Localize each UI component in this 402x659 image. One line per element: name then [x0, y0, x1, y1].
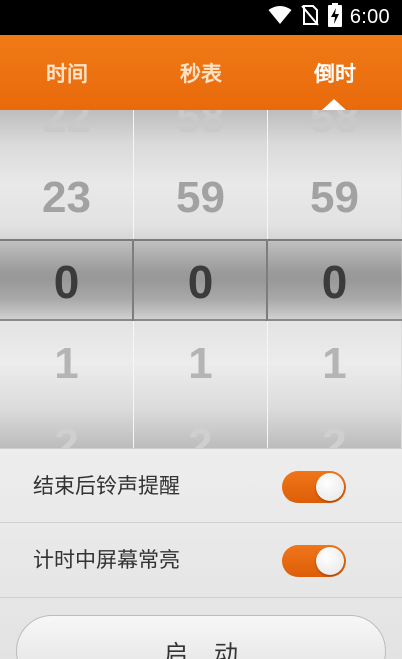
- no-sim-icon: [300, 4, 320, 30]
- battery-charging-icon: [327, 3, 342, 31]
- wheel-value: 22: [42, 110, 91, 142]
- selection-divider: [266, 239, 268, 321]
- wheel-value: 58: [176, 110, 225, 142]
- tab-stopwatch[interactable]: 秒表: [134, 35, 268, 110]
- wheel-value: 2: [188, 420, 213, 448]
- wheel-value: 1: [322, 339, 347, 388]
- keep-screen-on-label: 计时中屏幕常亮: [33, 548, 180, 572]
- seconds-wheel[interactable]: 58 59 0 1 2: [268, 110, 401, 448]
- wheel-value: 58: [310, 110, 359, 142]
- wheel-selected-value: 0: [321, 256, 348, 308]
- minutes-wheel[interactable]: 58 59 0 1 2: [134, 110, 267, 448]
- ringtone-reminder-label: 结束后铃声提醒: [33, 474, 180, 498]
- wheel-value: 59: [176, 173, 225, 222]
- wheel-value: 1: [54, 339, 79, 388]
- keep-screen-on-toggle[interactable]: [282, 545, 346, 577]
- wheel-value: 23: [42, 173, 91, 222]
- wheel-value: 59: [310, 173, 359, 222]
- tab-clock[interactable]: 时间: [0, 35, 134, 110]
- status-bar: 6:00: [0, 0, 402, 35]
- start-button[interactable]: 启动: [16, 615, 386, 659]
- keep-screen-on-row: 计时中屏幕常亮: [0, 523, 402, 598]
- ringtone-reminder-row: 结束后铃声提醒: [0, 448, 402, 523]
- time-picker: 22 23 0 1 2 58 59 0 1 2 58 59 0 1 2: [0, 110, 402, 448]
- wheel-selected-value: 0: [187, 256, 214, 308]
- selection-divider: [132, 239, 134, 321]
- toggle-knob: [316, 473, 344, 501]
- wifi-icon: [268, 5, 292, 29]
- wheel-value: 2: [322, 420, 347, 448]
- wheel-value: 2: [54, 420, 79, 448]
- wheel-selected-value: 0: [53, 256, 80, 308]
- tab-bar: 时间 秒表 倒时: [0, 35, 402, 110]
- ringtone-reminder-toggle[interactable]: [282, 471, 346, 503]
- wheel-value: 1: [188, 339, 213, 388]
- hours-wheel[interactable]: 22 23 0 1 2: [0, 110, 133, 448]
- countdown-screen: 时间 秒表 倒时 22 23 0 1 2 58 59 0 1 2 58 59 0…: [0, 35, 402, 659]
- status-icons: 6:00: [268, 3, 390, 31]
- toggle-knob: [316, 547, 344, 575]
- active-tab-indicator: [322, 99, 346, 110]
- status-time: 6:00: [349, 5, 390, 28]
